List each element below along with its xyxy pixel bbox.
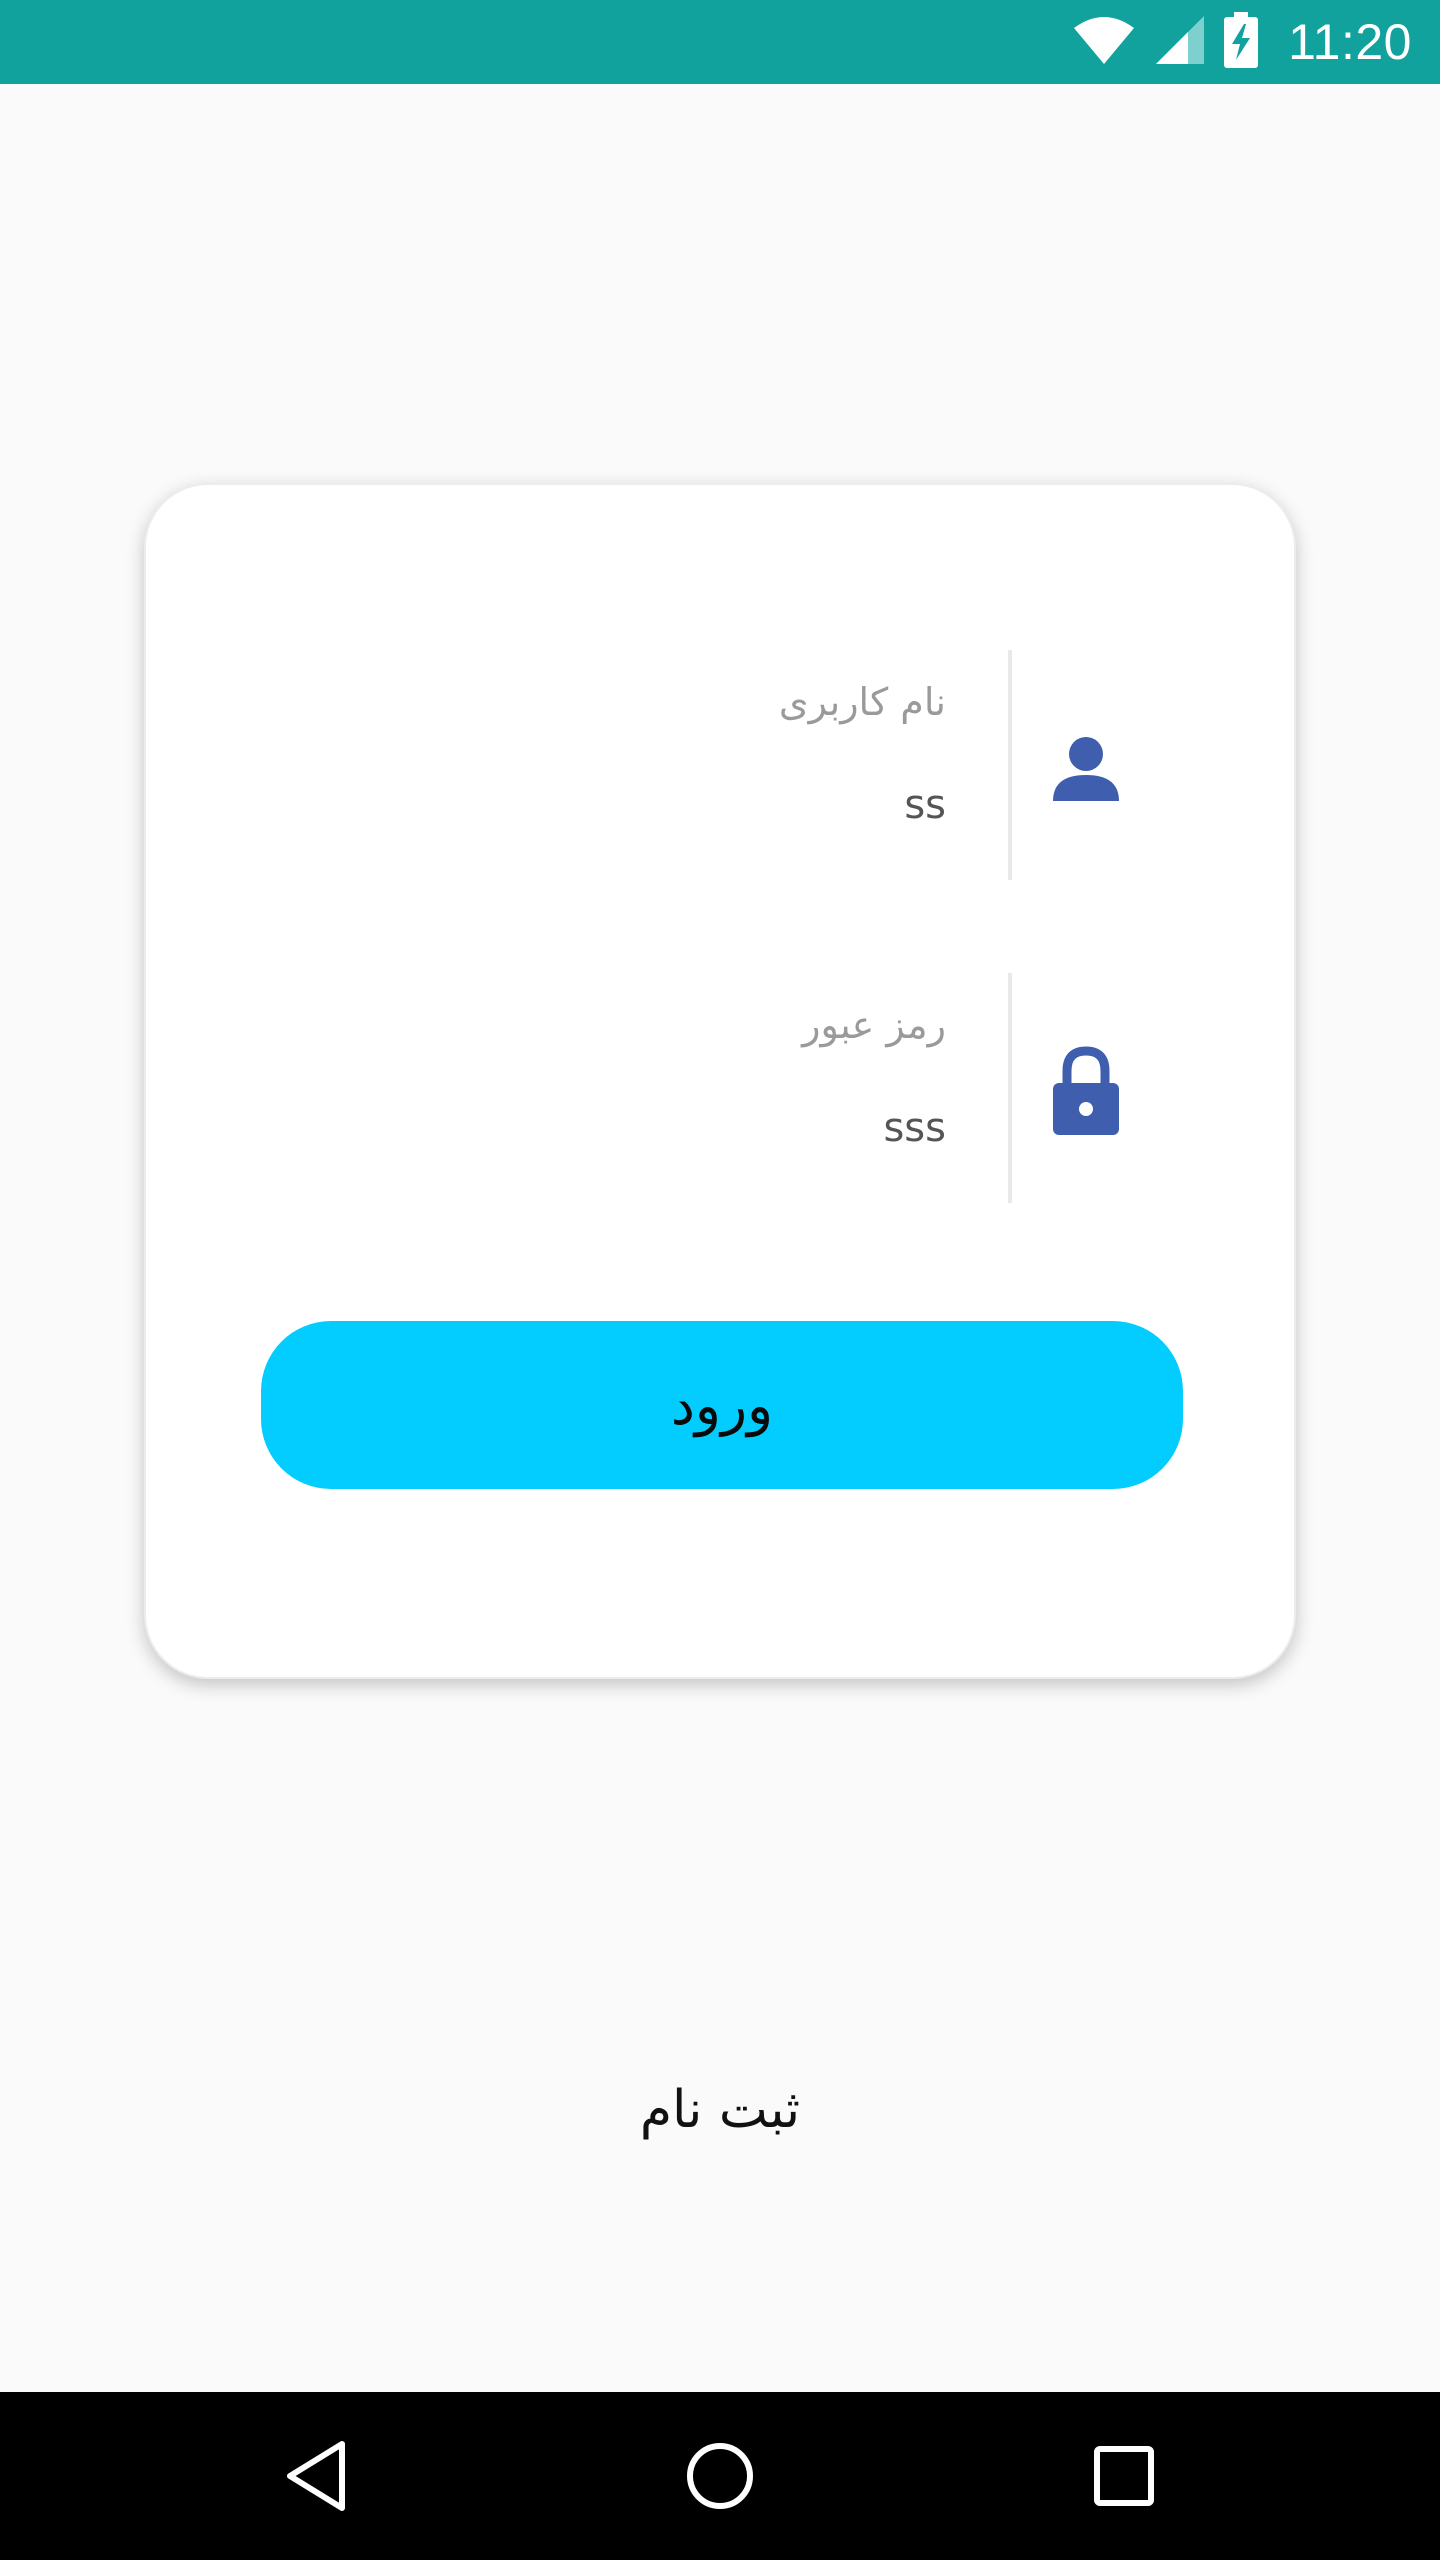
battery-charging-icon — [1224, 12, 1259, 72]
navigation-bar — [0, 2392, 1440, 2560]
lock-icon — [1038, 1043, 1134, 1139]
password-field: رمز عبور — [146, 973, 1298, 1203]
login-card: نام کاربری رمز عبور ورود — [144, 483, 1296, 1679]
username-input[interactable] — [386, 770, 946, 840]
password-label: رمز عبور — [802, 1003, 946, 1047]
status-bar: 11:20 — [0, 0, 1440, 84]
username-label: نام کاربری — [778, 680, 946, 724]
wifi-icon — [1072, 14, 1136, 70]
password-divider — [1008, 973, 1012, 1203]
recents-icon[interactable] — [1084, 2436, 1164, 2516]
person-icon — [1038, 720, 1134, 816]
status-time: 11:20 — [1288, 14, 1412, 70]
login-button[interactable]: ورود — [261, 1321, 1183, 1489]
username-divider — [1008, 650, 1012, 880]
password-input[interactable] — [386, 1093, 946, 1163]
home-icon[interactable] — [680, 2436, 760, 2516]
register-link[interactable]: ثبت نام — [0, 2080, 1440, 2140]
status-icons: 11:20 — [1072, 0, 1412, 84]
cellular-signal-icon — [1154, 14, 1206, 70]
back-icon[interactable] — [276, 2436, 356, 2516]
username-field: نام کاربری — [146, 650, 1298, 880]
